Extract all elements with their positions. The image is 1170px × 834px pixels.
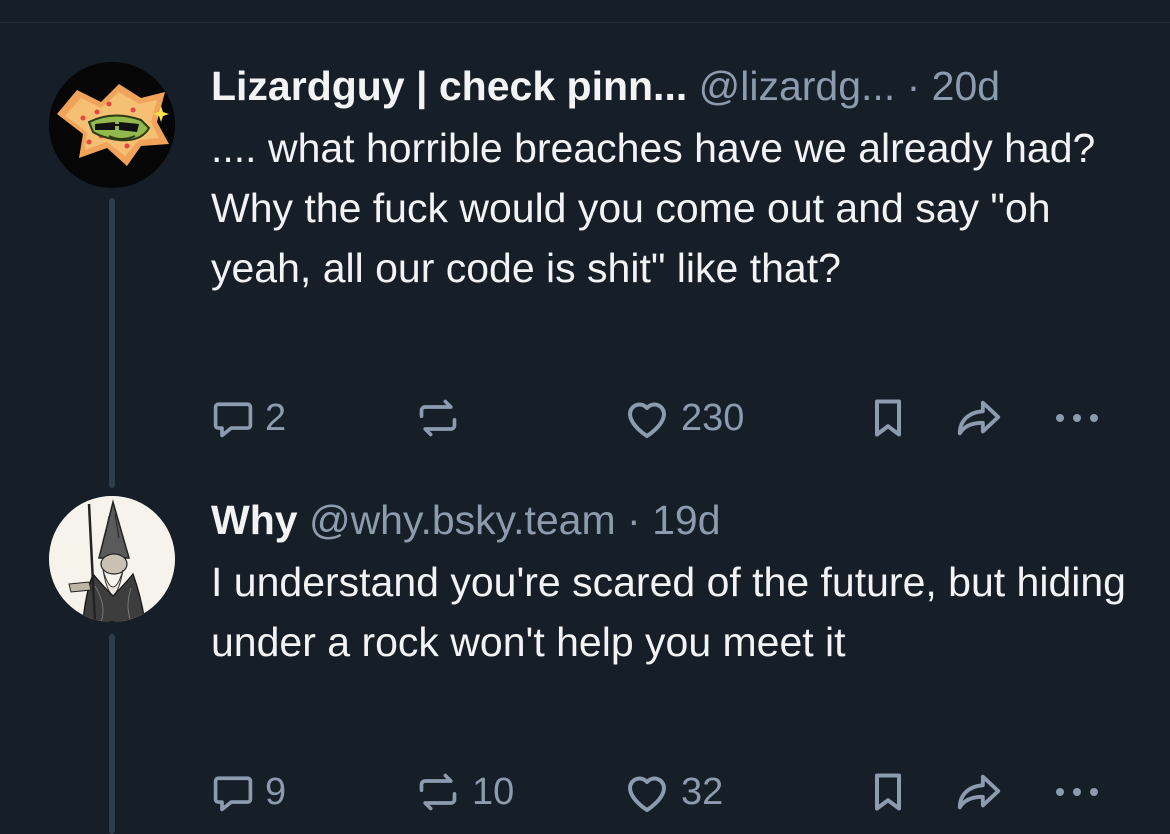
repost-button[interactable]: [414, 394, 472, 442]
reply-icon: [213, 402, 253, 438]
avatar[interactable]: [49, 496, 175, 622]
more-button[interactable]: [1054, 394, 1100, 442]
bookmark-icon: [874, 773, 902, 811]
thread-line: [109, 634, 115, 834]
reply-count: 9: [265, 770, 287, 813]
wizard-avatar-image: [49, 496, 175, 622]
reply-count: 2: [265, 396, 287, 439]
post-header: Why @why.bsky.team · 19d: [211, 496, 1130, 544]
display-name[interactable]: Lizardguy | check pinn...: [211, 63, 687, 109]
handle[interactable]: @lizardg...: [699, 63, 896, 109]
repost-button[interactable]: 10: [414, 768, 514, 816]
post-actions: 9 10 32: [211, 768, 1111, 816]
more-icon: [1056, 788, 1098, 796]
like-icon: [628, 776, 666, 812]
post-text: .... what horrible breaches have we alre…: [211, 125, 1096, 291]
repost-icon: [419, 399, 457, 437]
repost-count: 10: [472, 770, 515, 813]
bookmark-button[interactable]: [868, 768, 908, 816]
top-divider: [0, 22, 1170, 23]
handle[interactable]: @why.bsky.team: [309, 497, 616, 543]
like-icon: [628, 402, 666, 438]
share-button[interactable]: [954, 768, 1004, 816]
avatar[interactable]: [49, 62, 175, 188]
post-header: Lizardguy | check pinn... @lizardg... · …: [211, 62, 1130, 110]
display-name[interactable]: Why: [211, 497, 298, 543]
lizard-avatar-image: [49, 62, 175, 188]
bookmark-button[interactable]: [868, 394, 908, 442]
reply-icon: [213, 776, 253, 812]
share-icon: [957, 774, 1001, 810]
timestamp[interactable]: · 20d: [907, 63, 1000, 109]
post-actions: 2 230: [211, 394, 1111, 442]
like-button[interactable]: 32: [623, 768, 723, 816]
more-icon: [1056, 414, 1098, 422]
reply-button[interactable]: 2: [211, 394, 286, 442]
repost-icon: [419, 773, 457, 811]
bookmark-icon: [874, 399, 902, 437]
like-count: 32: [681, 770, 724, 813]
thread-line: [109, 198, 115, 488]
reply-button[interactable]: 9: [211, 768, 286, 816]
more-button[interactable]: [1054, 768, 1100, 816]
share-icon: [957, 400, 1001, 436]
like-count: 230: [681, 396, 745, 439]
timestamp[interactable]: · 19d: [627, 497, 720, 543]
share-button[interactable]: [954, 394, 1004, 442]
post-text: I understand you're scared of the future…: [211, 559, 1126, 665]
like-button[interactable]: 230: [623, 394, 744, 442]
